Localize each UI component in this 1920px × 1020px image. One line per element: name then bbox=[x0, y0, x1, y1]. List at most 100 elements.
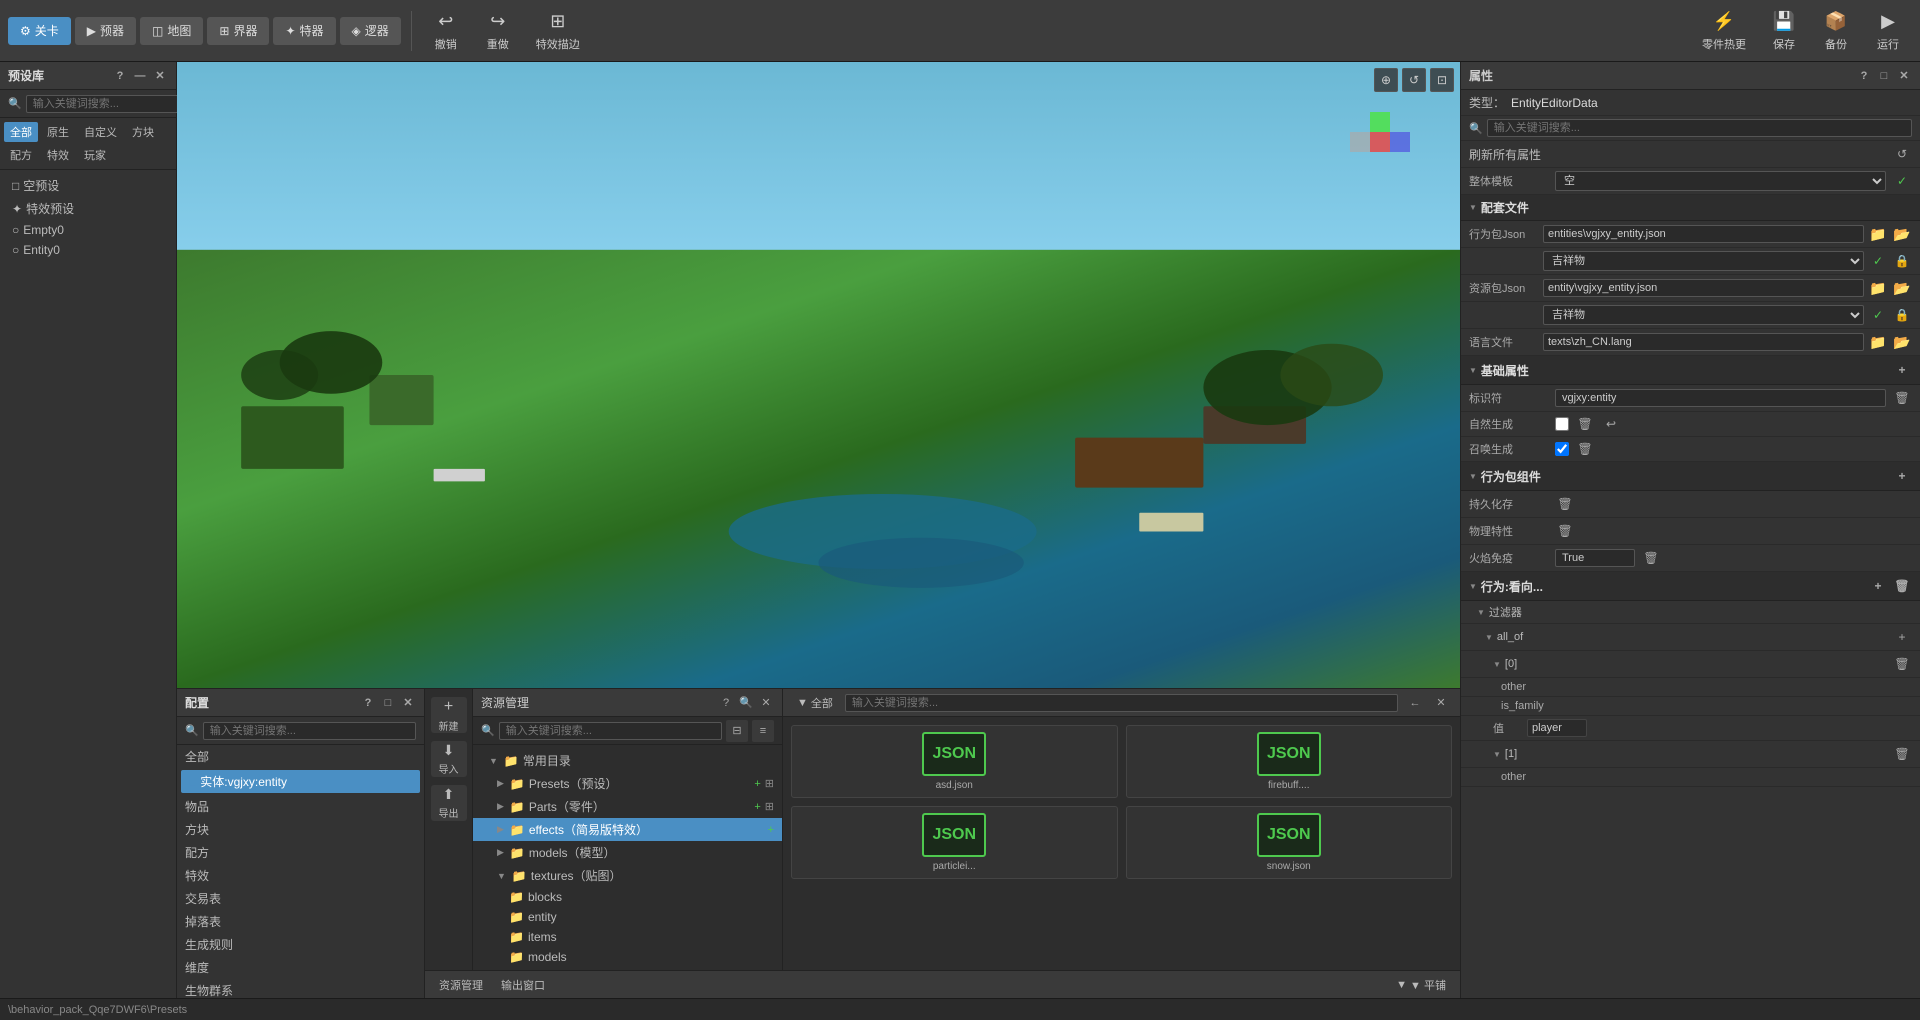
template-check-btn[interactable]: ✓ bbox=[1892, 171, 1912, 191]
preset-tab-custom[interactable]: 自定义 bbox=[78, 122, 123, 142]
filter-0-delete-btn[interactable]: 🗑 bbox=[1892, 654, 1912, 674]
asset-tiling-btn[interactable]: ▼ ▼ 平铺 bbox=[1390, 975, 1452, 995]
bottom-tab-assets[interactable]: 资源管理 bbox=[433, 975, 489, 995]
tab-scene[interactable]: ⚙ 关卡 bbox=[8, 17, 71, 45]
parts-add-icon[interactable]: + bbox=[754, 801, 760, 813]
asset-new-btn[interactable]: + 新建 bbox=[431, 697, 467, 733]
identifier-input[interactable] bbox=[1555, 389, 1886, 407]
save-button[interactable]: 💾 保存 bbox=[1760, 6, 1808, 56]
asset-view-btn[interactable]: ⊟ bbox=[726, 720, 748, 742]
config-search-input[interactable] bbox=[203, 722, 416, 740]
props-search-input[interactable] bbox=[1487, 119, 1912, 137]
effects-add-icon[interactable]: + bbox=[768, 824, 774, 836]
parts-hotswap-button[interactable]: ⚡ 零件热更 bbox=[1692, 6, 1756, 56]
preset-min-btn[interactable]: — bbox=[132, 68, 148, 84]
json-card-snow[interactable]: JSON snow.json bbox=[1126, 806, 1453, 879]
tab-special[interactable]: ✦ 特器 bbox=[273, 17, 335, 45]
lang-folder-btn[interactable]: 📂 bbox=[1892, 332, 1912, 352]
matching-files-section[interactable]: ▼ 配套文件 bbox=[1461, 195, 1920, 221]
behavior-select[interactable]: 吉祥物 bbox=[1543, 251, 1864, 271]
natural-spawn-delete-btn[interactable]: 🗑 bbox=[1575, 414, 1595, 434]
filter-0-value-field[interactable]: player bbox=[1527, 719, 1587, 737]
refresh-btn[interactable]: ↺ bbox=[1892, 144, 1912, 164]
asset-search-input[interactable] bbox=[499, 722, 722, 740]
asset-up-btn[interactable]: ✕ bbox=[1430, 692, 1452, 714]
preset-tab-native[interactable]: 原生 bbox=[41, 122, 75, 142]
resource-json-folder-btn[interactable]: 📂 bbox=[1892, 278, 1912, 298]
config-help-btn[interactable]: ? bbox=[360, 695, 376, 711]
natural-spawn-checkbox[interactable] bbox=[1555, 417, 1569, 431]
json-card-particle[interactable]: JSON particlei... bbox=[791, 806, 1118, 879]
fire-immune-delete-btn[interactable]: 🗑 bbox=[1641, 548, 1661, 568]
props-help-btn[interactable]: ? bbox=[1856, 68, 1872, 84]
resource-json-input[interactable] bbox=[1543, 279, 1864, 297]
lang-browse-btn[interactable]: 📁 bbox=[1868, 332, 1888, 352]
physics-delete-btn[interactable]: 🗑 bbox=[1555, 521, 1575, 541]
presets-copy-icon[interactable]: ⊞ bbox=[765, 777, 774, 790]
tree-common-dir[interactable]: ▼ 📁 常用目录 bbox=[473, 749, 782, 772]
tab-preview[interactable]: ▶ 预器 bbox=[75, 17, 136, 45]
config-item-all[interactable]: 全部 bbox=[177, 745, 424, 768]
preset-close-btn[interactable]: ✕ bbox=[152, 68, 168, 84]
preset-tab-effect[interactable]: 特效 bbox=[41, 145, 75, 165]
tree-models-sub[interactable]: 📁 models bbox=[473, 947, 782, 967]
props-close-btn[interactable]: ✕ bbox=[1896, 68, 1912, 84]
tree-textures[interactable]: ▼ 📁 textures（贴图） bbox=[473, 864, 782, 887]
asset-search-btn[interactable]: 🔍 bbox=[738, 695, 754, 711]
preset-item-empty[interactable]: □ 空预设 bbox=[0, 174, 176, 197]
filter-1-delete-btn[interactable]: 🗑 bbox=[1892, 744, 1912, 764]
resource-json-browse-btn[interactable]: 📁 bbox=[1868, 278, 1888, 298]
preset-search-input[interactable] bbox=[26, 95, 182, 113]
template-select[interactable]: 空 bbox=[1555, 171, 1886, 191]
all-of-add-btn[interactable]: + bbox=[1892, 627, 1912, 647]
viewport-fullscreen-btn[interactable]: ⊡ bbox=[1430, 68, 1454, 92]
basic-props-section[interactable]: ▼ 基础属性 + bbox=[1461, 356, 1920, 385]
behavior-json-input[interactable] bbox=[1543, 225, 1864, 243]
preset-tab-recipe[interactable]: 配方 bbox=[4, 145, 38, 165]
config-item-drop[interactable]: 掉落表 bbox=[177, 910, 424, 933]
run-button[interactable]: ▶ 运行 bbox=[1864, 6, 1912, 56]
natural-spawn-reset-btn[interactable]: ↩ bbox=[1601, 414, 1621, 434]
behavior-json-browse-btn[interactable]: 📁 bbox=[1868, 224, 1888, 244]
preset-tab-player[interactable]: 玩家 bbox=[78, 145, 112, 165]
tiling-control[interactable]: ▼ ▼ 平铺 bbox=[1390, 975, 1452, 995]
behavior-json-folder-btn[interactable]: 📂 bbox=[1892, 224, 1912, 244]
asset-close-btn[interactable]: ✕ bbox=[758, 695, 774, 711]
behavior-goto-section[interactable]: ▼ 行为:看向... + 🗑 bbox=[1461, 572, 1920, 601]
asset-grid-search-input[interactable] bbox=[845, 694, 1398, 712]
behavior-select-check[interactable]: ✓ bbox=[1868, 251, 1888, 271]
asset-filter-all-btn[interactable]: ▼ 全部 bbox=[791, 693, 839, 713]
backup-button[interactable]: 📦 备份 bbox=[1812, 6, 1860, 56]
summon-spawn-checkbox[interactable] bbox=[1555, 442, 1569, 456]
config-max-btn[interactable]: □ bbox=[380, 695, 396, 711]
tab-map[interactable]: ◫ 地图 bbox=[140, 17, 203, 45]
resource-select-check[interactable]: ✓ bbox=[1868, 305, 1888, 325]
config-item-item[interactable]: 物品 bbox=[177, 795, 424, 818]
config-item-effect[interactable]: 特效 bbox=[177, 864, 424, 887]
asset-filter-btn-tree[interactable]: ≡ bbox=[752, 720, 774, 742]
resource-select[interactable]: 吉祥物 bbox=[1543, 305, 1864, 325]
preset-help-btn[interactable]: ? bbox=[112, 68, 128, 84]
effect-edge-button[interactable]: ⊞ 特效描边 bbox=[526, 6, 590, 56]
viewport-reset-btn[interactable]: ↺ bbox=[1402, 68, 1426, 92]
config-close-btn[interactable]: ✕ bbox=[400, 695, 416, 711]
preset-item-effect[interactable]: ✦ 特效预设 bbox=[0, 197, 176, 220]
behavior-goto-add-btn[interactable]: + bbox=[1868, 576, 1888, 596]
config-item-biome[interactable]: 生物群系 bbox=[177, 979, 424, 998]
config-item-recipe[interactable]: 配方 bbox=[177, 841, 424, 864]
json-card-firebuff[interactable]: JSON firebuff.... bbox=[1126, 725, 1453, 798]
asset-import-btn[interactable]: ⬇ 导入 bbox=[431, 741, 467, 777]
behavior-goto-delete-btn[interactable]: 🗑 bbox=[1892, 576, 1912, 596]
redo-button[interactable]: ↪ 重做 bbox=[474, 6, 522, 56]
tree-effects[interactable]: ▶ 📁 effects（简易版特效） + bbox=[473, 818, 782, 841]
json-card-asd[interactable]: JSON asd.json bbox=[791, 725, 1118, 798]
parts-copy-icon[interactable]: ⊞ bbox=[765, 800, 774, 813]
tree-entity[interactable]: 📁 entity bbox=[473, 907, 782, 927]
resource-select-lock[interactable]: 🔒 bbox=[1892, 305, 1912, 325]
preset-tab-all[interactable]: 全部 bbox=[4, 122, 38, 142]
tab-bounds[interactable]: ⊞ 界器 bbox=[207, 17, 269, 45]
tree-items[interactable]: 📁 items bbox=[473, 927, 782, 947]
tree-models[interactable]: ▶ 📁 models（模型） bbox=[473, 841, 782, 864]
config-item-block[interactable]: 方块 bbox=[177, 818, 424, 841]
tree-blocks[interactable]: 📁 blocks bbox=[473, 887, 782, 907]
